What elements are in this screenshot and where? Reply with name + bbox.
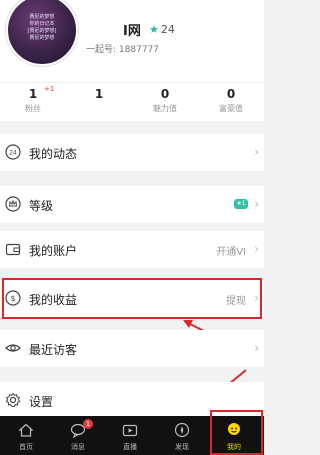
- income-highlight-box: [2, 278, 262, 319]
- stat-wealth[interactable]: 0 富豪值: [198, 87, 264, 114]
- tab-messages[interactable]: 消息 1: [52, 416, 104, 455]
- gear-icon: [5, 392, 21, 407]
- svg-text:24: 24: [9, 150, 17, 157]
- user-id: 一起号: 1887777: [86, 45, 160, 55]
- stat-charm[interactable]: 0 魅力值: [132, 87, 198, 114]
- wallet-icon: [5, 243, 21, 256]
- fans-new-badge: +1: [44, 85, 55, 93]
- nickname: I网: [123, 24, 141, 39]
- menu-item-level[interactable]: 等级 ★1 ›: [0, 186, 264, 223]
- level-badge: ★1: [234, 199, 248, 209]
- level-indicator: ★ 24: [149, 23, 175, 36]
- chevron-right-icon: ›: [254, 341, 259, 355]
- profile-header: 赛尼的梦想 你的日记本 [赛尼的梦想] 赛尼的梦想 I网 ★ 24 一起号: 18…: [0, 0, 264, 82]
- chevron-right-icon: ›: [254, 145, 259, 159]
- me-tab-highlight-box: [210, 410, 263, 455]
- tab-discover[interactable]: 发现: [156, 416, 208, 455]
- message-count-badge: 1: [83, 419, 93, 429]
- avatar-caption: 赛尼的梦想 你的日记本 [赛尼的梦想] 赛尼的梦想: [27, 14, 57, 41]
- account-vip-link[interactable]: 开通VI: [216, 243, 246, 258]
- menu-item-account[interactable]: 我的账户 开通VI ›: [0, 231, 264, 268]
- chevron-right-icon: ›: [254, 197, 259, 211]
- menu-item-visitors[interactable]: 最近访客 ›: [0, 330, 264, 367]
- crown-badge-icon: [5, 196, 21, 212]
- live-tv-icon: [122, 424, 138, 437]
- tab-home[interactable]: 首页: [0, 416, 52, 455]
- tab-live[interactable]: 直播: [104, 416, 156, 455]
- star-icon: ★: [149, 23, 159, 36]
- stat-fans[interactable]: 1 粉丝 +1: [0, 85, 66, 114]
- menu-item-dynamics[interactable]: 24 我的动态 ›: [0, 134, 264, 171]
- stats-bar: 1 粉丝 +1 1 0 魅力值 0 富豪值: [0, 82, 264, 121]
- chevron-right-icon: ›: [254, 242, 259, 256]
- eye-icon: [5, 344, 21, 352]
- home-icon: [18, 423, 34, 437]
- avatar[interactable]: 赛尼的梦想 你的日记本 [赛尼的梦想] 赛尼的梦想: [6, 0, 78, 66]
- stat-following[interactable]: 1: [66, 87, 132, 103]
- compass-icon: [174, 422, 190, 438]
- clock-24-icon: 24: [5, 144, 21, 160]
